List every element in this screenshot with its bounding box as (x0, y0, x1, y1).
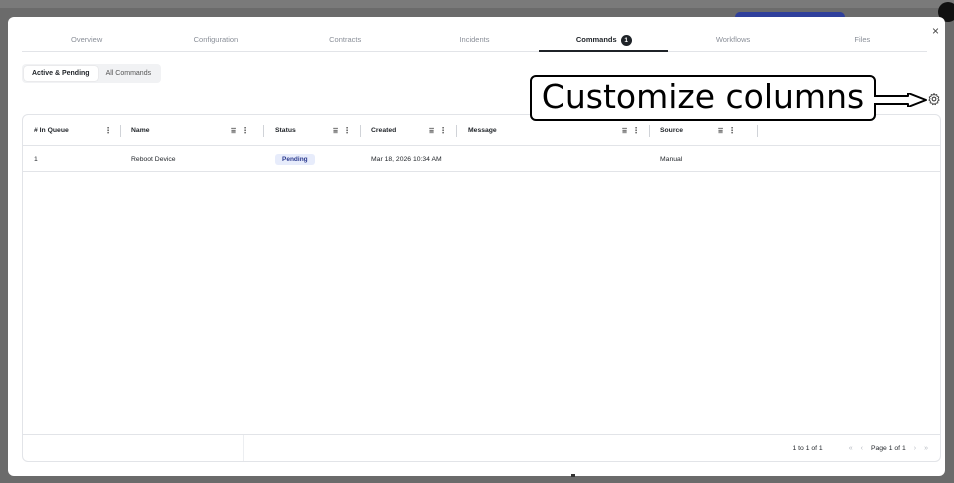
table-row[interactable]: 1 Reboot Device Pending Mar 18, 2026 10:… (23, 146, 940, 172)
cell-created: Mar 18, 2026 10:34 AM (371, 155, 442, 163)
footer-divider (243, 435, 244, 461)
column-divider (649, 125, 650, 137)
tab-label: Commands (575, 35, 617, 44)
filter-icon[interactable]: ⩸ (718, 126, 723, 135)
count-badge: 1 (620, 35, 632, 46)
pagination-bar: 1 to 1 of 1 « ‹ Page 1 of 1 › » (23, 434, 940, 461)
column-label: Status (275, 127, 296, 134)
status-badge: Pending (275, 153, 315, 165)
column-divider (120, 125, 121, 137)
kebab-menu-icon[interactable]: ⋮ (241, 126, 249, 135)
gear-icon[interactable] (927, 92, 941, 106)
column-header-status[interactable]: Status ⩸ ⋮ (275, 115, 351, 146)
first-page-icon[interactable]: « (849, 445, 853, 452)
tab-label: Overview (71, 35, 103, 44)
tab-label: Workflows (715, 35, 751, 44)
filter-icon[interactable]: ⩸ (231, 126, 236, 135)
cell-name: Reboot Device (131, 155, 176, 163)
subtab-active-pending[interactable]: Active & Pending (24, 66, 98, 81)
tab-files[interactable]: Files (798, 30, 927, 51)
last-page-icon[interactable]: » (924, 445, 928, 452)
cell-status: Pending (275, 146, 315, 172)
kebab-menu-icon[interactable]: ⋮ (439, 126, 447, 135)
column-header-created[interactable]: Created ⩸ ⋮ (371, 115, 447, 146)
tab-label: Contracts (329, 35, 362, 44)
column-header-queue[interactable]: # In Queue ⋮ (34, 115, 112, 146)
backdrop-marker (571, 474, 575, 477)
callout-arrow-icon (874, 93, 927, 107)
subtab-all-commands[interactable]: All Commands (98, 66, 160, 81)
column-label: Name (131, 127, 150, 134)
tab-overview[interactable]: Overview (22, 30, 151, 51)
tab-contracts[interactable]: Contracts (281, 30, 410, 51)
filter-icon[interactable]: ⩸ (429, 126, 434, 135)
next-page-icon[interactable]: › (914, 445, 916, 452)
kebab-menu-icon[interactable]: ⋮ (104, 126, 112, 135)
commands-grid: # In Queue ⋮ Name ⩸ ⋮ Status ⩸ ⋮ Created ⩸… (22, 114, 941, 462)
close-icon[interactable]: × (932, 25, 939, 37)
kebab-menu-icon[interactable]: ⋮ (728, 126, 736, 135)
tab-bar: Overview Configuration Contracts Inciden… (22, 30, 927, 52)
column-divider (757, 125, 758, 137)
column-divider (360, 125, 361, 137)
backdrop-header (0, 0, 954, 8)
column-header-name[interactable]: Name ⩸ ⋮ (131, 115, 249, 146)
column-label: Message (468, 127, 497, 134)
kebab-menu-icon[interactable]: ⋮ (343, 126, 351, 135)
page-indicator: Page 1 of 1 (870, 444, 906, 452)
tab-configuration[interactable]: Configuration (151, 30, 280, 51)
pager: 1 to 1 of 1 « ‹ Page 1 of 1 › » (792, 445, 928, 452)
command-filter-toggle: Active & Pending All Commands (22, 64, 162, 83)
cell-queue: 1 (34, 155, 38, 163)
tab-label: Incidents (459, 35, 490, 44)
filter-icon[interactable]: ⩸ (622, 126, 627, 135)
tab-label: Configuration (193, 35, 239, 44)
cell-source: Manual (660, 155, 683, 163)
column-label: # In Queue (34, 127, 69, 134)
prev-page-icon[interactable]: ‹ (861, 445, 863, 452)
filter-icon[interactable]: ⩸ (333, 126, 338, 135)
customize-columns-callout: Customize columns (530, 75, 876, 121)
column-label: Created (371, 127, 397, 134)
tab-incidents[interactable]: Incidents (410, 30, 539, 51)
column-divider (456, 125, 457, 137)
column-label: Source (660, 127, 684, 134)
tab-label: Files (854, 35, 871, 44)
kebab-menu-icon[interactable]: ⋮ (632, 126, 640, 135)
tab-commands[interactable]: Commands 1 (539, 30, 669, 52)
tab-workflows[interactable]: Workflows (668, 30, 797, 51)
row-range-text: 1 to 1 of 1 (792, 444, 823, 452)
column-divider (263, 125, 264, 137)
device-details-modal: × Overview Configuration Contracts Incid… (8, 17, 945, 476)
